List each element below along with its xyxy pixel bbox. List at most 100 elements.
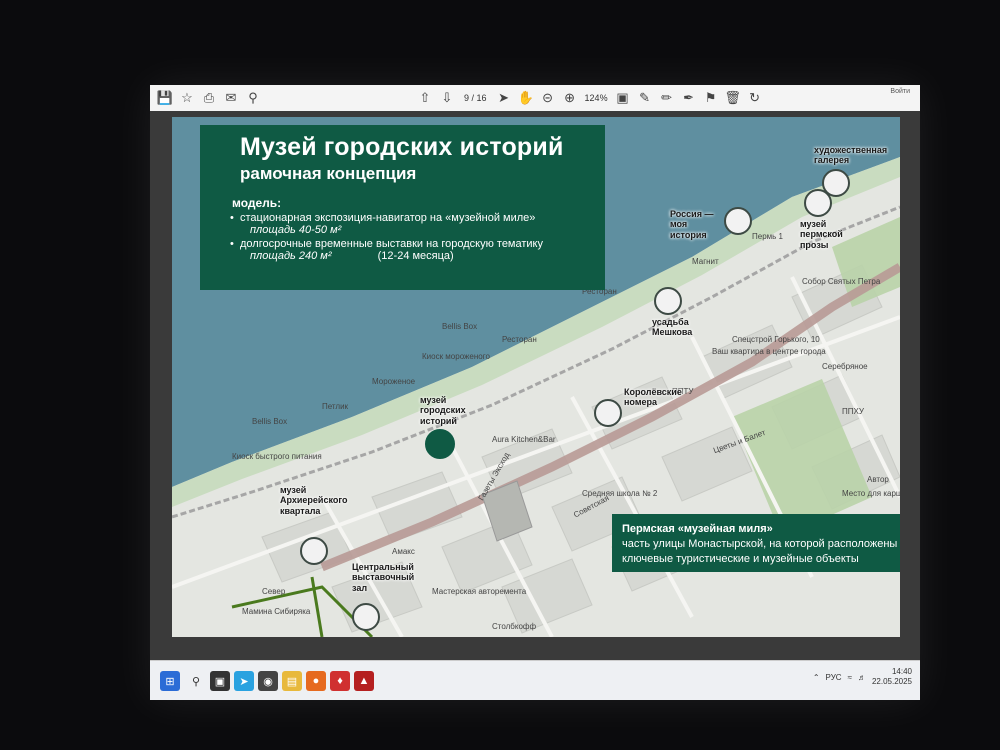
slide-page: Bellis Box Bellis Box Киоск мороженого К… <box>172 117 900 637</box>
slide-title: Музей городских историй <box>240 133 564 161</box>
comment-icon[interactable]: ✎ <box>634 87 656 109</box>
map-label-aura: Aura Kitchen&Bar <box>492 435 556 444</box>
bullet-item: • долгосрочные временные выставки на горо… <box>230 238 591 250</box>
document-area: Bellis Box Bellis Box Киоск мороженого К… <box>150 111 920 660</box>
bullet-sub-area: площадь 240 м² <box>250 250 332 262</box>
page-indicator[interactable]: 9 / 16 <box>464 93 487 103</box>
search-icon[interactable]: ⚲ <box>186 671 206 691</box>
windows-start-icon[interactable]: ⊞ <box>160 671 180 691</box>
telegram-icon[interactable]: ➤ <box>234 671 254 691</box>
projected-screen: 💾 ☆ ⎙ ✉ ⚲ ⇧ ⇩ 9 / 16 ➤ ✋ ⊝ ⊕ 124% ▣ ✎ ✏ … <box>150 85 920 700</box>
page-up-icon[interactable]: ⇧ <box>414 87 436 109</box>
poi-marker-exhibition-hall <box>352 603 380 631</box>
taskbar: ⊞ ⚲ ▣ ➤ ◉ ▤ ● ♦ ▲ ⌃ РУС ≈ ♬ 14:40 22.05.… <box>150 660 920 700</box>
map-label-kiosk: Киоск мороженого <box>422 352 490 361</box>
poi-label-art-gallery: художественная галерея <box>814 145 888 166</box>
map-label-restaurant: Ресторан <box>502 335 537 344</box>
zoom-out-icon[interactable]: ⊝ <box>537 87 559 109</box>
museum-mile-title: Пермская «музейная миля» <box>622 523 773 535</box>
wifi-icon[interactable]: ≈ <box>848 673 852 682</box>
bullet-text: долгосрочные временные выставки на город… <box>240 238 543 250</box>
poi-label-perm-prose: музей пермской прозы <box>800 219 843 250</box>
page-down-icon[interactable]: ⇩ <box>436 87 458 109</box>
map-label-serebr: Серебряное <box>822 362 868 371</box>
poi-marker-art-gallery <box>822 169 850 197</box>
poi-label-russia-history: Россия — моя история <box>670 209 714 240</box>
map-label-petlik: Петлик <box>322 402 349 411</box>
page-total: / 16 <box>471 93 487 103</box>
zoom-level[interactable]: 124% <box>585 93 608 103</box>
bookmark-star-icon[interactable]: ☆ <box>176 87 198 109</box>
highlight-icon[interactable]: ✏ <box>656 87 678 109</box>
save-icon[interactable]: 💾 <box>154 87 176 109</box>
chevron-up-icon[interactable]: ⌃ <box>813 673 820 682</box>
slide-title-box: Музей городских историй рамочная концепц… <box>200 125 605 290</box>
rotate-icon[interactable]: ↻ <box>744 87 766 109</box>
museum-mile-text: часть улицы Монастырской, на которой рас… <box>622 537 898 565</box>
bullet-dot-icon: • <box>230 238 234 250</box>
task-view-icon[interactable]: ▣ <box>210 671 230 691</box>
bullet-sub: площадь 240 м² (12-24 месяца) <box>250 250 591 262</box>
poi-marker-russia-history <box>724 207 752 235</box>
map-label-icecream: Мороженое <box>372 377 416 386</box>
search-icon[interactable]: ⚲ <box>242 87 264 109</box>
map-label-apartment: Ваш квартира в центре города <box>712 347 826 356</box>
language-indicator[interactable]: РУС <box>826 673 842 682</box>
pdf-toolbar: 💾 ☆ ⎙ ✉ ⚲ ⇧ ⇩ 9 / 16 ➤ ✋ ⊝ ⊕ 124% ▣ ✎ ✏ … <box>150 85 920 112</box>
delete-icon[interactable]: 🗑 <box>722 87 744 109</box>
map-label-amaks: Амакс <box>392 547 415 556</box>
print-icon[interactable]: ⎙ <box>198 87 220 109</box>
clock[interactable]: 14:40 22.05.2025 <box>872 667 912 688</box>
map-label-shop: Магнит <box>692 257 719 266</box>
bullet-sub-duration: (12-24 месяца) <box>377 250 454 262</box>
cursor-select-icon[interactable]: ➤ <box>493 87 515 109</box>
map-label-street: Мамина Сибиряка <box>242 607 311 616</box>
poi-label-city-stories: музей городских историй <box>420 395 466 426</box>
poi-marker-korolev <box>594 399 622 427</box>
map-label-cafe: Столбкофф <box>492 622 537 631</box>
map-label-ppkh: ППХУ <box>842 407 864 416</box>
stamp-icon[interactable]: ⚑ <box>700 87 722 109</box>
map-label-kiosk: Киоск быстрого питания <box>232 452 322 461</box>
volume-icon[interactable]: ♬ <box>858 673 866 682</box>
bullet-text: стационарная экспозиция-навигатор на «му… <box>240 212 536 224</box>
map-label-bellis: Bellis Box <box>442 322 478 331</box>
pdf-reader-icon[interactable]: ♦ <box>330 671 350 691</box>
poi-label-archbishop: музей Архиерейского квартала <box>280 485 348 516</box>
map-label-workshop: Мастерская авторемента <box>432 587 527 596</box>
folder-icon[interactable]: ▤ <box>282 671 302 691</box>
bullet-item: • стационарная экспозиция-навигатор на «м… <box>230 212 591 224</box>
map-label-bellis: Bellis Box <box>252 417 288 426</box>
map-label-spectr: Спецстрой Горького, 10 <box>732 335 820 344</box>
bullet-dot-icon: • <box>230 212 234 224</box>
poi-marker-archbishop <box>300 537 328 565</box>
map-label-station: Пермь 1 <box>752 232 783 241</box>
bullet-sub: площадь 40-50 м² <box>250 224 342 236</box>
model-label: модель: <box>232 196 282 210</box>
map-label-sever: Север <box>262 587 286 596</box>
fit-page-icon[interactable]: ▣ <box>612 87 634 109</box>
clock-date: 22.05.2025 <box>871 677 912 687</box>
poi-marker-city-stories <box>425 429 455 459</box>
system-tray: ⌃ РУС ≈ ♬ 14:40 22.05.2025 <box>813 667 912 688</box>
browser-icon[interactable]: ● <box>306 671 326 691</box>
map-label-school: Средняя школа № 2 <box>582 489 658 498</box>
museum-mile-caption: Пермская «музейная миля» часть улицы Мон… <box>612 514 900 572</box>
map-label-avtor: Автор <box>867 475 889 484</box>
sign-icon[interactable]: ✒ <box>678 87 700 109</box>
map-label-carshare: Место для каршеринга <box>842 489 900 498</box>
poi-marker-meshkov <box>654 287 682 315</box>
map-label-cathedral: Собор Святых Петра <box>802 277 881 286</box>
account-label[interactable]: Войти <box>890 88 910 95</box>
poi-label-meshkov: усадьба Мешкова <box>652 317 693 338</box>
slide-subtitle: рамочная концепция <box>240 164 417 183</box>
page-current[interactable]: 9 <box>464 93 469 103</box>
email-icon[interactable]: ✉ <box>220 87 242 109</box>
poi-label-exhibition-hall: Центральный выставочный зал <box>352 562 415 593</box>
poi-label-korolev: Королёвские номера <box>624 387 682 408</box>
app-icon[interactable]: ◉ <box>258 671 278 691</box>
clock-time: 14:40 <box>891 667 912 676</box>
acrobat-icon[interactable]: ▲ <box>354 671 374 691</box>
zoom-in-icon[interactable]: ⊕ <box>559 87 581 109</box>
hand-tool-icon[interactable]: ✋ <box>515 87 537 109</box>
